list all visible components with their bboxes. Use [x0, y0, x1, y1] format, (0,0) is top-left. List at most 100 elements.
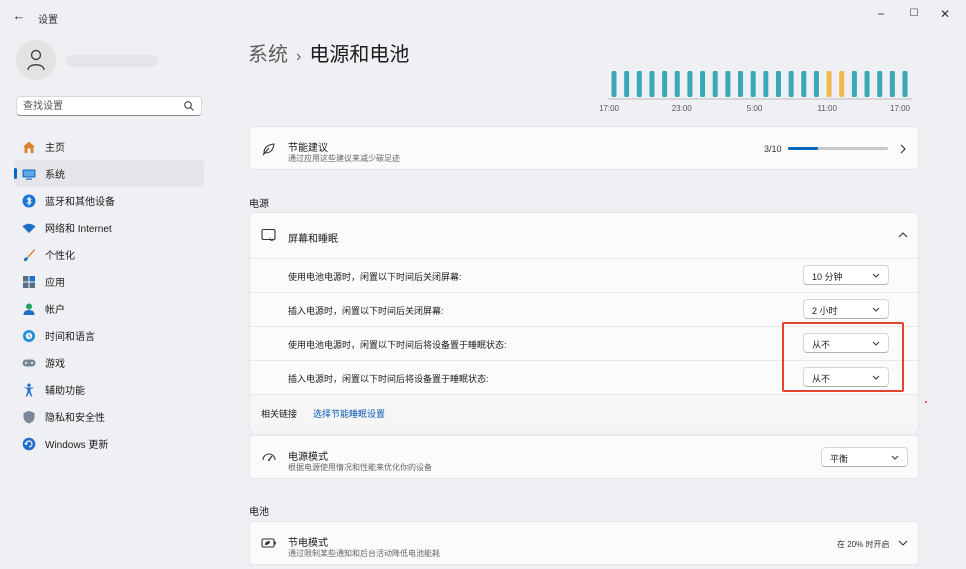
chart-bar: [611, 71, 617, 97]
brush-icon: [22, 248, 36, 262]
annotation-highlight-box: [782, 322, 904, 392]
dropdown-value: 平衡: [830, 454, 849, 464]
chart-tick-label: 23:00: [672, 104, 693, 113]
chevron-down-icon: [891, 455, 899, 460]
chart-bar: [687, 71, 693, 97]
sidebar-item-label: 蓝牙和其他设备: [45, 197, 115, 208]
update-icon: [22, 437, 36, 451]
app-title: 设置: [38, 15, 58, 26]
battery-usage-chart: 17:00 23:00 5:00 11:00 17:00: [600, 71, 912, 113]
battery-saver-icon: [261, 538, 276, 548]
gamepad-icon: [22, 356, 36, 370]
power-mode-dropdown[interactable]: 平衡: [821, 447, 908, 467]
username-redacted: [66, 55, 158, 67]
battery-saver-status: 在 20% 时开启: [837, 540, 890, 549]
globe-clock-icon: [22, 329, 36, 343]
section-label-power: 电源: [249, 199, 269, 210]
chart-bar: [624, 71, 630, 97]
chart-tick-label: 5:00: [747, 104, 763, 113]
chart-bar: [763, 71, 769, 97]
chart-bar: [775, 71, 781, 97]
sidebar-item-label: 辅助功能: [45, 386, 85, 397]
energy-saving-sleep-link[interactable]: 选择节能睡眠设置: [313, 407, 385, 420]
sidebar-item-system[interactable]: 系统: [14, 160, 204, 187]
sidebar-item-gaming[interactable]: 游戏: [14, 349, 204, 376]
card-subtitle: 通过限制某些通知和后台活动降低电池能耗: [288, 549, 440, 558]
battery-saver-card[interactable]: 节电模式 通过限制某些通知和后台活动降低电池能耗 在 20% 时开启: [249, 521, 919, 565]
card-subtitle: 根据电源使用情况和性能来优化你的设备: [288, 463, 432, 472]
chart-bar: [813, 71, 819, 97]
setting-label: 使用电池电源时，闲置以下时间后将设备置于睡眠状态:: [288, 340, 507, 350]
screen-sleep-header[interactable]: 屏幕和睡眠: [250, 213, 918, 258]
wifi-icon: [22, 221, 36, 235]
annotation-dot: [925, 401, 927, 403]
chart-bar: [649, 71, 655, 97]
card-subtitle: 通过应用这些建议来减少碳足迹: [288, 154, 400, 163]
user-icon: [27, 49, 45, 71]
chart-bar: [700, 71, 706, 97]
sidebar-item-label: 应用: [45, 278, 65, 289]
system-icon: [22, 167, 36, 181]
card-title: 电源模式: [288, 452, 328, 463]
close-button[interactable]: ✕: [930, 4, 960, 24]
setting-label: 插入电源时，闲置以下时间后关闭屏幕:: [288, 306, 444, 316]
setting-label: 使用电池电源时，闲置以下时间后关闭屏幕:: [288, 272, 462, 282]
sidebar-item-label: 游戏: [45, 359, 65, 370]
power-mode-icon: [262, 453, 276, 461]
sidebar-item-home[interactable]: 主页: [14, 133, 204, 160]
chevron-down-icon[interactable]: [898, 539, 908, 547]
recommendation-progress: [788, 147, 888, 150]
bluetooth-icon: [22, 194, 36, 208]
sidebar-nav: 主页 系统 蓝牙和其他设备 网络和 Internet 个性化 应用 帐户 时间和…: [14, 133, 204, 457]
sidebar-item-network[interactable]: 网络和 Internet: [14, 214, 204, 241]
sidebar-item-label: 时间和语言: [45, 332, 95, 343]
title-bar: ← 设置 − ☐ ✕: [0, 0, 966, 32]
back-button[interactable]: ←: [10, 8, 28, 24]
apps-icon: [22, 275, 36, 289]
screen-off-battery-dropdown[interactable]: 10 分钟: [803, 265, 889, 285]
divider: [250, 258, 918, 259]
chart-bar: [851, 71, 857, 97]
dropdown-value: 10 分钟: [812, 272, 843, 282]
power-mode-card: 电源模式 根据电源使用情况和性能来优化你的设备 平衡: [249, 435, 919, 479]
card-title: 节电模式: [288, 538, 328, 549]
search-input[interactable]: [23, 99, 173, 114]
minimize-button[interactable]: −: [866, 4, 896, 24]
divider: [250, 292, 918, 293]
sidebar-item-apps[interactable]: 应用: [14, 268, 204, 295]
screen-off-plugged-dropdown[interactable]: 2 小时: [803, 299, 889, 319]
sidebar-item-label: 帐户: [45, 305, 65, 316]
screen-sleep-icon: [261, 228, 276, 242]
sidebar-item-label: Windows 更新: [45, 440, 109, 451]
dropdown-value: 2 小时: [812, 306, 838, 316]
setting-label: 插入电源时，闲置以下时间后将设备置于睡眠状态:: [288, 374, 489, 384]
card-title: 节能建议: [288, 143, 328, 154]
accessibility-icon: [22, 383, 36, 397]
sidebar-item-privacy[interactable]: 隐私和安全性: [14, 403, 204, 430]
breadcrumb: 系统 › 电源和电池: [248, 38, 409, 67]
chart-bar: [801, 71, 807, 97]
search-icon[interactable]: [183, 100, 195, 112]
chevron-right-icon[interactable]: [899, 144, 907, 154]
sidebar-item-personalization[interactable]: 个性化: [14, 241, 204, 268]
progress-fill: [788, 147, 818, 150]
active-indicator: [14, 168, 17, 179]
recommendation-count: 3/10: [764, 144, 782, 154]
sidebar-item-bluetooth[interactable]: 蓝牙和其他设备: [14, 187, 204, 214]
home-icon: [22, 140, 36, 154]
chart-bar: [712, 71, 718, 97]
card-title: 屏幕和睡眠: [288, 234, 338, 245]
search-box[interactable]: [16, 96, 202, 116]
leaf-icon: [262, 143, 275, 156]
sidebar-item-time-language[interactable]: 时间和语言: [14, 322, 204, 349]
maximize-button[interactable]: ☐: [899, 4, 929, 24]
sidebar-item-accessibility[interactable]: 辅助功能: [14, 376, 204, 403]
avatar[interactable]: [16, 40, 56, 80]
chart-bar: [788, 71, 794, 97]
breadcrumb-parent[interactable]: 系统: [248, 44, 288, 66]
chevron-up-icon[interactable]: [898, 231, 908, 239]
sidebar-item-windows-update[interactable]: Windows 更新: [14, 430, 204, 457]
chart-bar: [674, 71, 680, 97]
sidebar-item-accounts[interactable]: 帐户: [14, 295, 204, 322]
sidebar-item-label: 网络和 Internet: [45, 224, 112, 235]
